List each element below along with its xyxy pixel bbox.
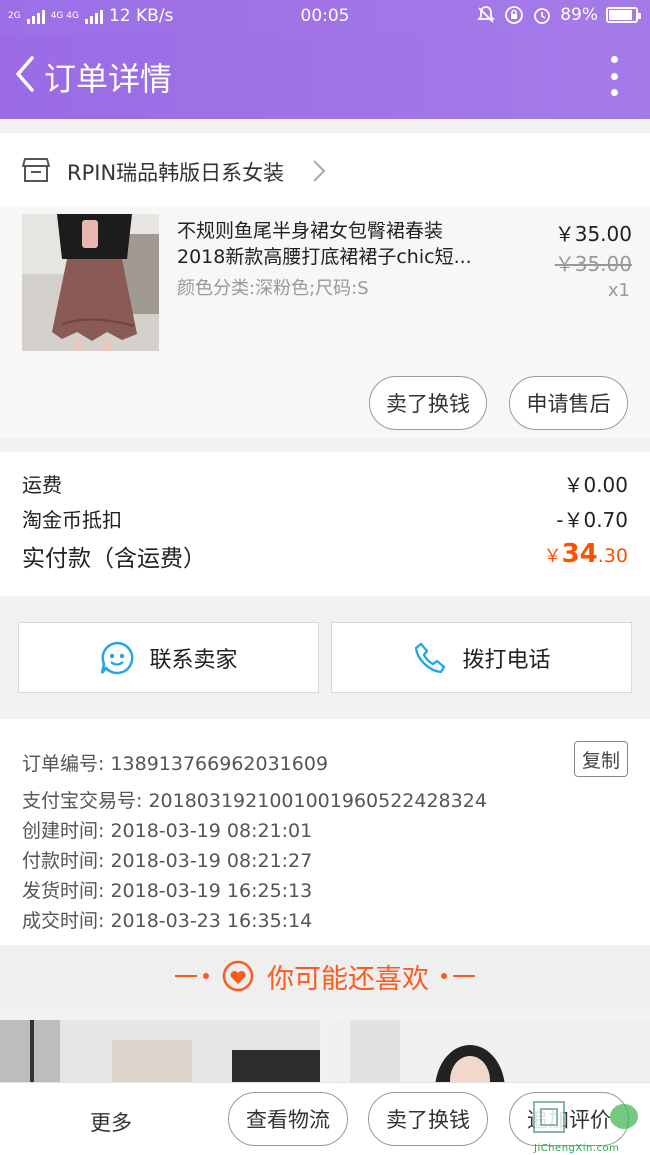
- alarm-icon: [534, 8, 551, 24]
- total-decimal: .30: [597, 545, 628, 567]
- recommend-header: 你可能还喜欢: [0, 945, 650, 1007]
- battery-icon: [606, 7, 641, 23]
- order-number: 订单编号: 138913766962031609: [22, 753, 329, 775]
- decor-left: [175, 973, 209, 979]
- contact-section: 联系卖家 拨打电话: [0, 610, 650, 706]
- page-title: 订单详情: [44, 60, 173, 98]
- contact-seller-label: 联系卖家: [149, 647, 238, 673]
- bell-muted-icon: [477, 6, 496, 23]
- total-value: ￥34.30: [544, 539, 628, 569]
- more-button[interactable]: 更多: [90, 1107, 132, 1137]
- status-bar: 2G 4G 4G 12 KB/s 00:05 89%: [0, 0, 650, 34]
- call-phone-label: 拨打电话: [462, 647, 551, 673]
- rotation-lock-icon: [505, 6, 524, 24]
- coin-deduction-label: 淘金币抵扣: [22, 508, 122, 532]
- shop-name[interactable]: RPIN瑞品韩版日系女装: [67, 157, 284, 187]
- total-row: 实付款（含运费） ￥34.30: [22, 539, 628, 573]
- product-title[interactable]: 不规则鱼尾半身裙女包臀裙春装 2018新款高腰打底裙裙子chic短...: [177, 218, 499, 270]
- battery-percent: 89%: [560, 5, 598, 25]
- call-phone-button[interactable]: 拨打电话: [331, 622, 632, 693]
- coin-deduction-row: 淘金币抵扣 -￥0.70: [22, 504, 628, 533]
- contact-seller-button[interactable]: 联系卖家: [18, 622, 319, 693]
- coin-deduction-value: -￥0.70: [556, 508, 628, 532]
- chevron-right-icon: [313, 160, 326, 182]
- shipping-label: 运费: [22, 473, 62, 497]
- phone-icon: [415, 642, 446, 673]
- status-right: 89%: [476, 5, 641, 25]
- product-original-price: ￥35.00: [554, 252, 632, 276]
- shop-header[interactable]: RPIN瑞品韩版日系女装: [0, 133, 650, 206]
- view-logistics-button[interactable]: 查看物流: [228, 1092, 348, 1146]
- decor-right: [441, 973, 475, 979]
- recommend-title: 你可能还喜欢: [267, 963, 429, 995]
- completed-time: 成交时间: 2018-03-23 16:35:14: [22, 910, 313, 932]
- copy-button[interactable]: 复制: [574, 741, 628, 777]
- total-integer: 34: [561, 539, 598, 569]
- shipping-row: 运费 ￥0.00: [22, 469, 628, 498]
- product-quantity: x1: [607, 280, 630, 301]
- product-price: ￥35.00: [554, 222, 632, 246]
- after-sale-button[interactable]: 申请售后: [509, 376, 628, 430]
- heart-icon: [222, 960, 254, 992]
- more-options-icon[interactable]: [608, 56, 620, 96]
- chat-face-icon: [101, 641, 134, 674]
- total-label: 实付款（含运费）: [22, 546, 206, 572]
- shipping-value: ￥0.00: [563, 473, 628, 497]
- resell-button[interactable]: 卖了换钱: [369, 376, 487, 430]
- product-title-line-1: 不规则鱼尾半身裙女包臀裙春装: [177, 220, 444, 242]
- total-currency: ￥: [543, 546, 562, 567]
- product-item[interactable]: 不规则鱼尾半身裙女包臀裙春装 2018新款高腰打底裙裙子chic短... 颜色分…: [0, 206, 650, 438]
- recommend-item-2[interactable]: [330, 1020, 650, 1086]
- fee-summary: 运费 ￥0.00 淘金币抵扣 -￥0.70 实付款（含运费） ￥34.30: [0, 452, 650, 596]
- order-info: 订单编号: 138913766962031609 复制 支付宝交易号: 2018…: [0, 719, 650, 945]
- resell-bottom-button[interactable]: 卖了换钱: [368, 1092, 488, 1146]
- watermark-text: JiChengXin.com: [534, 1143, 620, 1154]
- alipay-trade-number: 支付宝交易号: 2018031921001001960522428324: [22, 790, 487, 812]
- append-review-button[interactable]: 追加评价: [509, 1092, 629, 1146]
- product-sku: 颜色分类:深粉色;尺码:S: [177, 278, 369, 299]
- product-thumbnail[interactable]: [22, 214, 159, 351]
- shipped-time: 发货时间: 2018-03-19 16:25:13: [22, 880, 313, 902]
- shop-icon: [22, 158, 50, 182]
- nav-bar: 订单详情: [0, 34, 650, 119]
- created-time: 创建时间: 2018-03-19 08:21:01: [22, 820, 313, 842]
- product-title-line-2: 2018新款高腰打底裙裙子chic短...: [177, 246, 472, 268]
- recommend-item-1[interactable]: [0, 1020, 320, 1086]
- back-arrow-icon[interactable]: [8, 52, 44, 96]
- paid-time: 付款时间: 2018-03-19 08:21:27: [22, 850, 313, 872]
